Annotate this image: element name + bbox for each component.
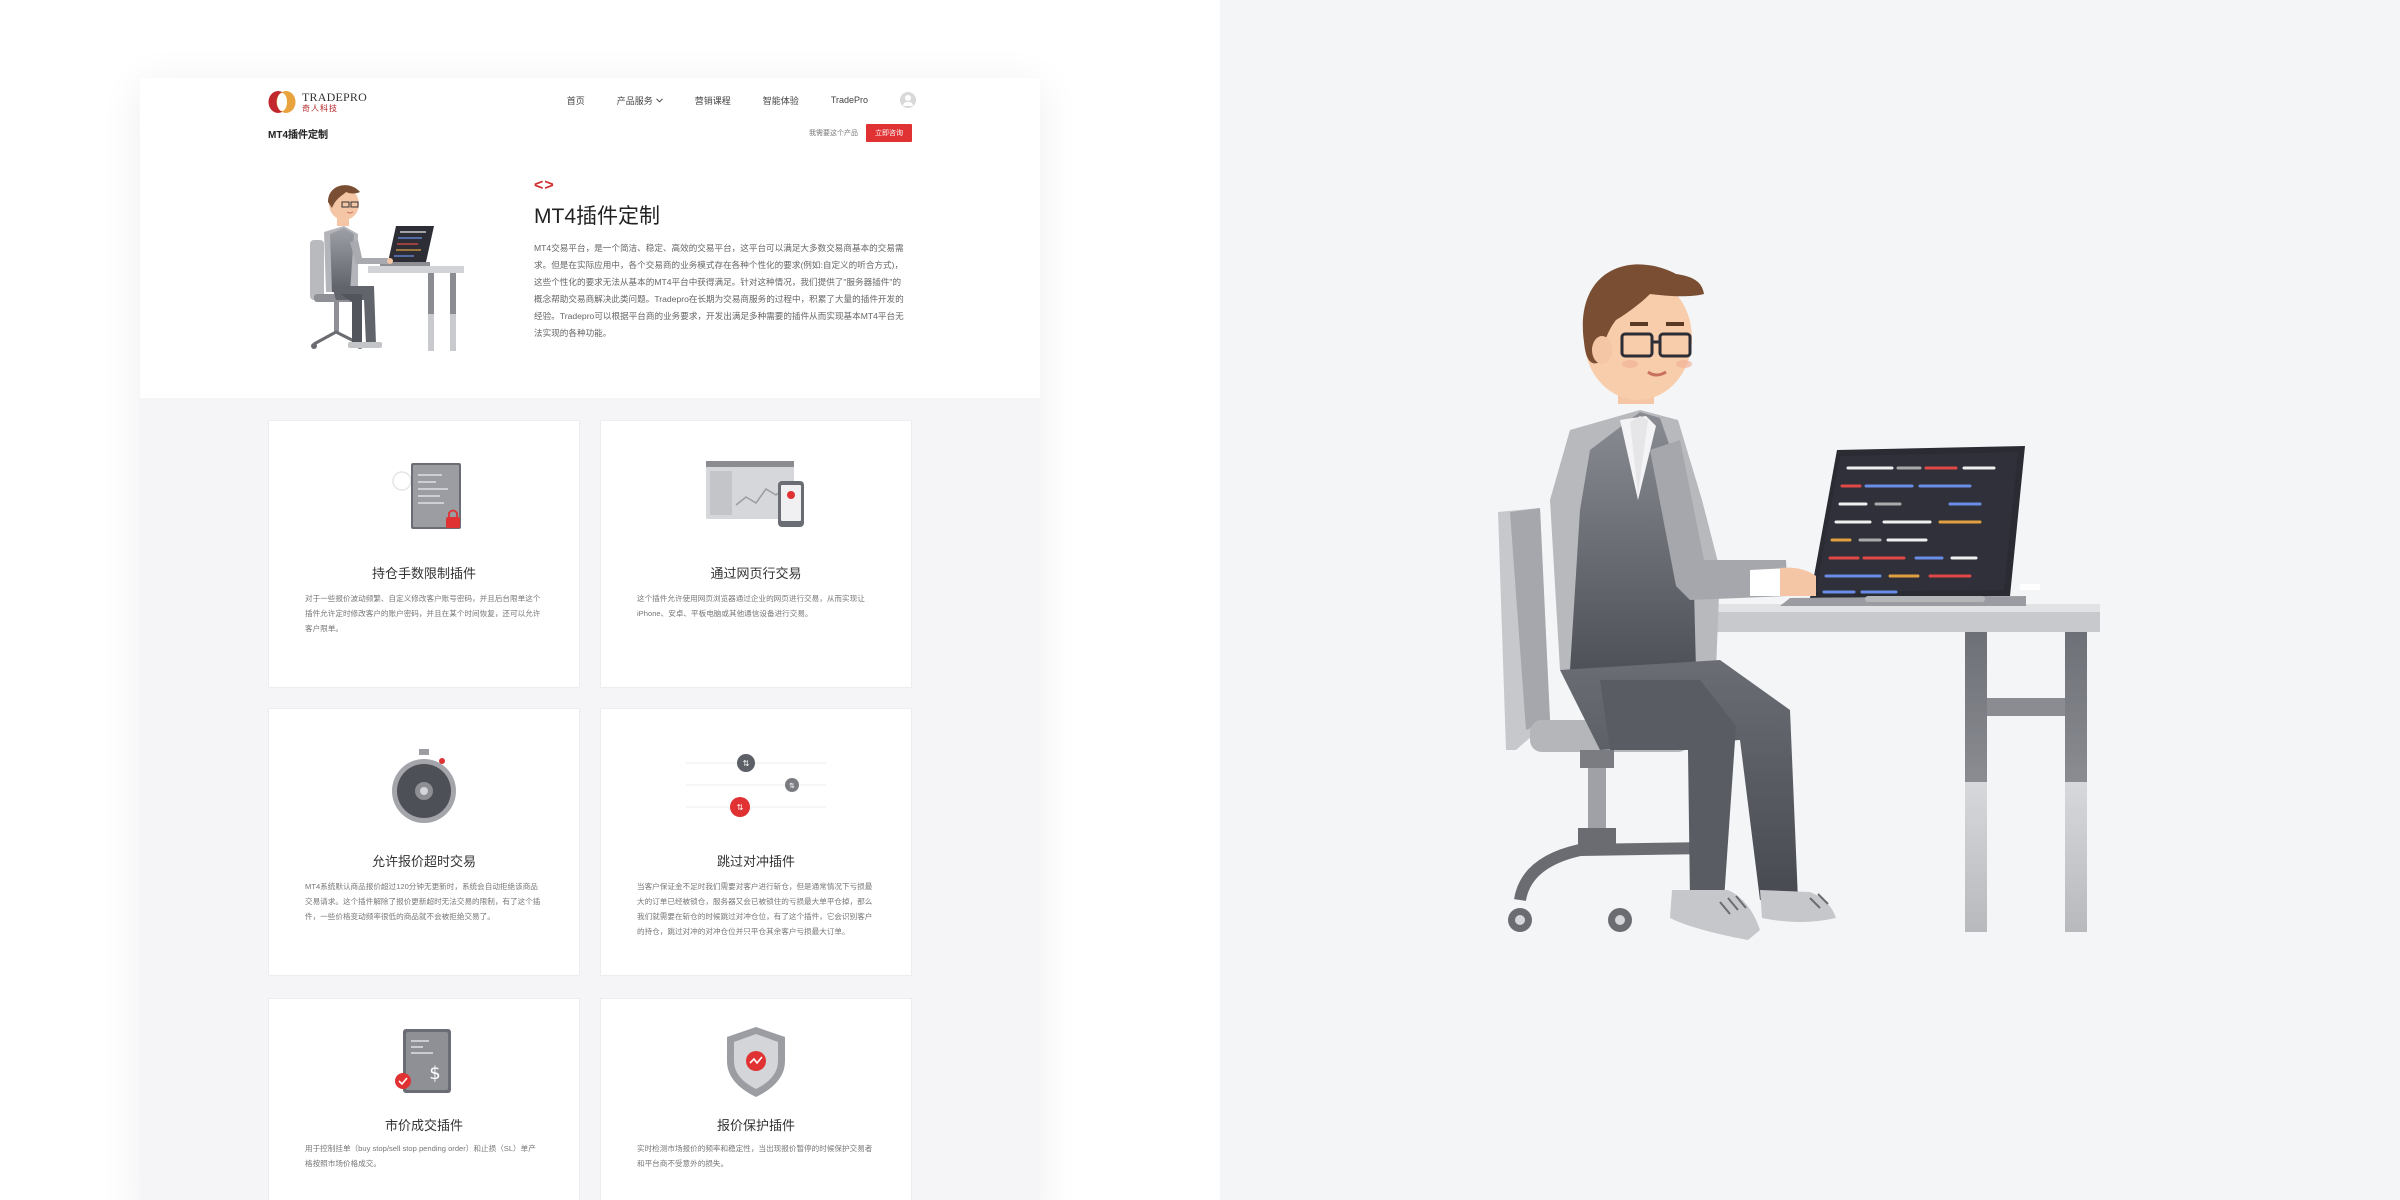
website-mockup: TRADEPRO 奇人科技 首页 产品服务 营销课程 智能体验 TradePro… bbox=[140, 78, 1040, 1200]
main-nav: 首页 产品服务 营销课程 智能体验 TradePro bbox=[567, 92, 916, 108]
stage: TRADEPRO 奇人科技 首页 产品服务 营销课程 智能体验 TradePro… bbox=[0, 0, 2400, 1200]
card-title: 跳过对冲插件 bbox=[716, 854, 795, 869]
page-title: MT4插件定制 bbox=[268, 129, 328, 141]
consult-button[interactable]: 立即咨询 bbox=[866, 124, 912, 142]
card-description: 实时检测市场报价的频率和稳定性，当出现报价暂停的时候保护交易者和平台商不受意外的… bbox=[637, 1144, 873, 1168]
web-trading-icon bbox=[704, 459, 808, 531]
logo-name: TRADEPRO bbox=[302, 90, 367, 104]
card-title: 持仓手数限制插件 bbox=[371, 566, 476, 581]
feature-card[interactable]: ⇅ ⇅ ⇅ 跳过对冲插件 当客户保证金不足时我们需要对客户进行斩仓，但是通常情况… bbox=[600, 708, 912, 976]
svg-text:⇅: ⇅ bbox=[737, 803, 744, 812]
card-title: 允许报价超时交易 bbox=[371, 854, 476, 869]
feature-card[interactable]: 持仓手数限制插件 对于一些报价波动频繁、自定义修改客户账号密码，并且后台限单这个… bbox=[268, 420, 580, 688]
card-description: 这个插件允许使用网页浏览器通过企业的网页进行交易，从而实现让iPhone、安卓、… bbox=[637, 594, 865, 618]
document-lock-icon bbox=[384, 459, 464, 533]
nav-item-tradepro[interactable]: TradePro bbox=[831, 95, 868, 105]
svg-text:⇅: ⇅ bbox=[789, 782, 795, 790]
svg-text:⇅: ⇅ bbox=[743, 759, 750, 768]
nav-item-products[interactable]: 产品服务 bbox=[617, 94, 663, 107]
hero-text-block: <> MT4插件定制 MT4交易平台，是一个简洁、稳定、高效的交易平台，这平台可… bbox=[534, 178, 904, 342]
hero-description: MT4交易平台，是一个简洁、稳定、高效的交易平台，这平台可以满足大多数交易商基本… bbox=[534, 243, 904, 338]
card-description: MT4系统默认商品报价超过120分钟无更新时，系统会自动拒绝该商品交易请求。这个… bbox=[305, 882, 541, 921]
sub-bar: MT4插件定制 我需要这个产品 立即咨询 bbox=[268, 122, 912, 144]
hero-heading: MT4插件定制 bbox=[534, 205, 660, 228]
card-description: 对于一些报价波动频繁、自定义修改客户账号密码，并且后台限单这个插件允许定时修改客… bbox=[305, 594, 541, 633]
invoice-dollar-icon: $ bbox=[389, 1027, 459, 1097]
logo-subtitle: 奇人科技 bbox=[302, 104, 338, 113]
hero-programmer-illustration bbox=[300, 174, 480, 364]
nav-item-smart-experience[interactable]: 智能体验 bbox=[763, 94, 799, 107]
programmer-illustration bbox=[1480, 250, 2140, 950]
logo[interactable]: TRADEPRO 奇人科技 bbox=[268, 88, 367, 116]
user-avatar-icon[interactable] bbox=[900, 92, 916, 108]
card-description: 当客户保证金不足时我们需要对客户进行斩仓，但是通常情况下亏损最大的订单已经被锁仓… bbox=[637, 882, 873, 936]
nav-item-courses[interactable]: 营销课程 bbox=[695, 94, 731, 107]
hedge-skip-icon: ⇅ ⇅ ⇅ bbox=[676, 745, 836, 825]
nav-item-products-label: 产品服务 bbox=[616, 95, 653, 106]
card-title: 通过网页行交易 bbox=[710, 566, 802, 581]
feature-card[interactable]: 通过网页行交易 这个插件允许使用网页浏览器通过企业的网页进行交易，从而实现让iP… bbox=[600, 420, 912, 688]
card-title: 市价成交插件 bbox=[384, 1118, 463, 1133]
logo-mark-icon bbox=[268, 89, 296, 115]
card-title: 报价保护插件 bbox=[716, 1118, 795, 1133]
svg-text:$: $ bbox=[429, 1063, 440, 1084]
shield-chart-icon bbox=[721, 1025, 791, 1099]
code-brackets-icon: <> bbox=[534, 177, 555, 194]
card-description: 用于控制挂单（buy stop/sell stop pending order）… bbox=[305, 1144, 536, 1168]
feature-card[interactable]: $ 市价成交插件 用于控制挂单（buy stop/sell stop pendi… bbox=[268, 998, 580, 1200]
feature-card[interactable]: 报价保护插件 实时检测市场报价的频率和稳定性，当出现报价暂停的时候保护交易者和平… bbox=[600, 998, 912, 1200]
need-product-link[interactable]: 我需要这个产品 bbox=[809, 128, 858, 138]
nav-item-home[interactable]: 首页 bbox=[567, 94, 585, 107]
feature-card[interactable]: 允许报价超时交易 MT4系统默认商品报价超过120分钟无更新时，系统会自动拒绝该… bbox=[268, 708, 580, 976]
chevron-down-icon bbox=[655, 97, 663, 103]
stopwatch-icon bbox=[384, 747, 464, 827]
